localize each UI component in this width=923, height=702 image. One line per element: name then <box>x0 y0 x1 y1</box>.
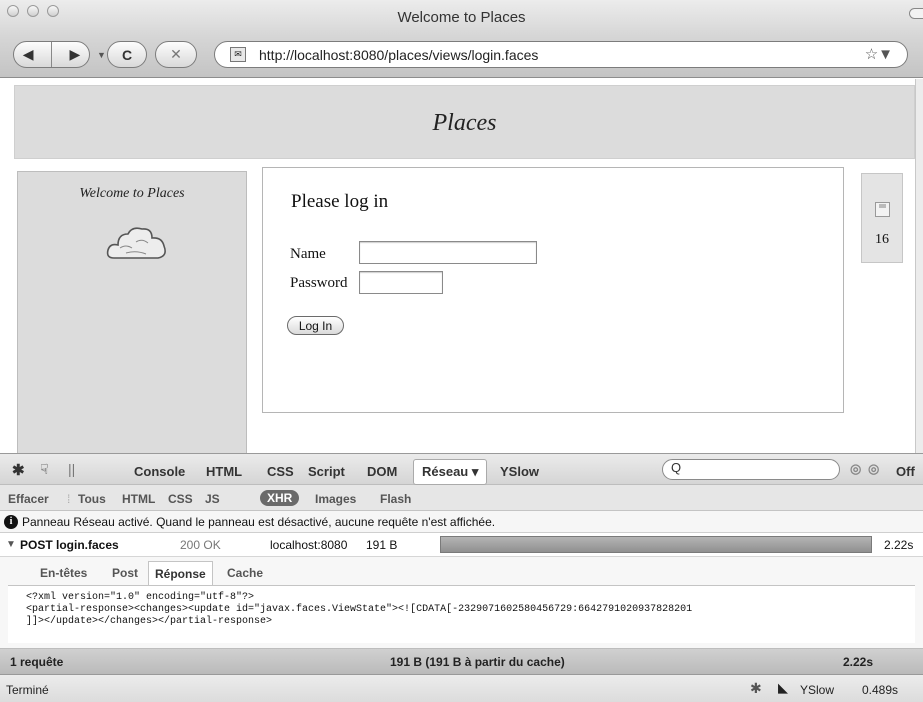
filter-js[interactable]: JS <box>205 492 220 506</box>
detail-tab-entetes[interactable]: En-têtes <box>40 566 87 580</box>
site-favicon-icon: ✉ <box>230 47 246 62</box>
right-widget: 16 <box>861 173 903 263</box>
forward-button[interactable]: ▶ <box>69 46 80 63</box>
status-bar: Terminé ✱ ◣ YSlow 0.489s <box>0 675 923 702</box>
request-domain: localhost:8080 <box>270 538 348 552</box>
status-time: 0.489s <box>862 683 899 697</box>
request-time: 2.22s <box>884 538 914 552</box>
response-line: <?xml version="1.0" encoding="utf-8"?> <box>26 592 255 603</box>
inspect-icon[interactable]: ☟ <box>40 461 49 478</box>
nav-divider <box>50 42 52 67</box>
navigation-toolbar: ◀ ▶ ▼ C ✕ ✉ http://localhost:8080/places… <box>0 36 923 78</box>
minimize-panel-icon[interactable]: ◎ <box>850 461 861 477</box>
request-detail-panel: En-têtes Post Réponse Cache <?xml versio… <box>0 557 923 649</box>
page-scrollbar[interactable] <box>915 79 923 453</box>
summary-time: 2.22s <box>843 655 874 669</box>
login-button[interactable]: Log In <box>287 316 344 335</box>
response-line: ]]></update></changes></partial-response… <box>26 616 273 627</box>
history-dropdown-icon[interactable]: ▼ <box>97 50 106 60</box>
stop-button[interactable]: ✕ <box>155 41 197 68</box>
yslow-label[interactable]: YSlow <box>800 683 834 697</box>
request-timeline-bar <box>440 536 872 553</box>
firebug-status-icon[interactable]: ✱ <box>750 680 762 697</box>
detail-tab-cache[interactable]: Cache <box>227 566 263 580</box>
name-label: Name <box>290 246 326 262</box>
detail-tab-post[interactable]: Post <box>112 566 138 580</box>
url-bar[interactable]: ✉ http://localhost:8080/places/views/log… <box>214 41 908 68</box>
sidebar-welcome-text: Welcome to Places <box>79 186 185 201</box>
title-bar: Welcome to Places <box>0 0 923 36</box>
filter-flash[interactable]: Flash <box>380 492 411 506</box>
reload-button[interactable]: C <box>107 41 147 68</box>
page-content: Places Welcome to Places Please log in N… <box>0 79 915 453</box>
status-text: Terminé <box>6 683 49 697</box>
filter-tous[interactable]: Tous <box>78 492 106 506</box>
filter-css[interactable]: CSS <box>168 492 193 506</box>
firebug-search-input[interactable]: Q <box>662 459 840 480</box>
back-button[interactable]: ◀ <box>23 46 34 63</box>
summary-size: 191 B (191 B à partir du cache) <box>390 655 565 669</box>
request-size: 191 B <box>366 538 398 552</box>
tab-css[interactable]: CSS <box>267 464 294 479</box>
firebug-bug-icon[interactable]: ✱ <box>12 461 25 479</box>
filter-effacer[interactable]: Effacer <box>8 492 49 506</box>
password-input[interactable] <box>359 271 443 294</box>
summary-requests: 1 requête <box>10 655 64 669</box>
window-title: Welcome to Places <box>397 9 526 26</box>
network-summary-row: 1 requête 191 B (191 B à partir du cache… <box>0 649 923 675</box>
toolbar-toggle-button[interactable] <box>909 8 923 19</box>
login-heading: Please log in <box>291 191 389 212</box>
page-title: Places <box>432 110 497 136</box>
left-sidebar: Welcome to Places <box>17 171 247 453</box>
request-row[interactable]: ▼ POST login.faces 200 OK localhost:8080… <box>0 533 923 557</box>
filter-divider: ⁞ <box>67 492 71 506</box>
widget-count: 16 <box>875 232 889 247</box>
password-label: Password <box>290 275 348 291</box>
network-info-bar: i Panneau Réseau activé. Quand le pannea… <box>0 511 923 533</box>
response-line: <partial-response><changes><update id="j… <box>26 604 693 615</box>
info-icon: i <box>4 515 18 529</box>
bookmark-star-icon[interactable]: ☆▼ <box>865 45 893 63</box>
filter-images[interactable]: Images <box>315 492 356 506</box>
name-input[interactable] <box>359 241 537 264</box>
detach-panel-icon[interactable]: ◎ <box>868 461 879 477</box>
url-text[interactable]: http://localhost:8080/places/views/login… <box>259 47 538 63</box>
response-body: <?xml version="1.0" encoding="utf-8"?> <p… <box>8 585 915 643</box>
expand-arrow-icon[interactable]: ▼ <box>6 539 16 550</box>
detail-tab-reponse[interactable]: Réponse <box>148 561 213 586</box>
request-status: 200 OK <box>180 538 221 552</box>
tab-dom[interactable]: DOM <box>367 464 397 479</box>
login-panel: Please log in Name Password Log In <box>262 167 844 413</box>
request-name[interactable]: POST login.faces <box>20 538 119 552</box>
page-header: Places <box>14 85 915 159</box>
filter-xhr[interactable]: XHR <box>260 490 300 506</box>
filter-html[interactable]: HTML <box>122 492 155 506</box>
tab-reseau[interactable]: Réseau ▾ <box>413 459 488 485</box>
back-forward-group: ◀ ▶ <box>13 41 90 68</box>
tab-yslow[interactable]: YSlow <box>500 464 539 479</box>
save-disk-icon[interactable] <box>875 202 890 217</box>
firebug-toolbar: ✱ ☟ || Console HTML CSS Script DOM Résea… <box>0 453 923 485</box>
info-message: Panneau Réseau activé. Quand le panneau … <box>22 515 496 529</box>
tab-html[interactable]: HTML <box>206 464 242 479</box>
tab-script[interactable]: Script <box>308 464 345 479</box>
tab-console[interactable]: Console <box>134 464 185 479</box>
yslow-icon[interactable]: ◣ <box>778 680 788 696</box>
network-filter-bar: Effacer ⁞ Tous HTML CSS JS XHR Images Fl… <box>0 485 923 511</box>
cloud-icon <box>106 227 166 259</box>
pause-icon[interactable]: || <box>68 461 75 477</box>
off-button[interactable]: Off <box>896 464 915 479</box>
search-icon: Q <box>671 460 682 475</box>
